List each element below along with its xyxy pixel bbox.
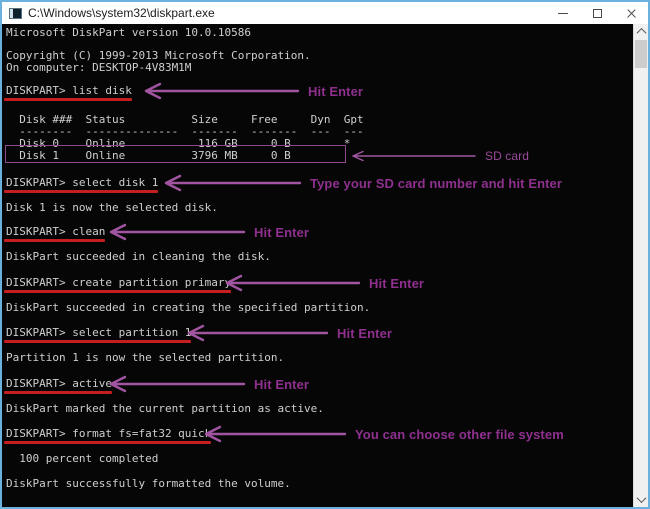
console-command-list-disk: DISKPART> list disk (4, 85, 132, 101)
console-line: DiskPart marked the current partition as… (6, 402, 324, 415)
red-underline (4, 290, 231, 293)
window-controls (546, 2, 648, 24)
console-line: DiskPart succeeded in creating the speci… (6, 301, 371, 314)
close-icon (626, 8, 637, 19)
minimize-icon (558, 12, 568, 14)
console-line: On computer: DESKTOP-4V83M1M (6, 61, 192, 74)
console-line: Partition 1 is now the selected partitio… (6, 351, 285, 364)
left-arrow-icon (109, 223, 246, 241)
scrollbar-thumb[interactable] (635, 40, 647, 68)
annotation-active: Hit Enter (108, 375, 309, 393)
left-arrow-icon (204, 425, 347, 443)
chevron-down-icon (636, 493, 646, 504)
minimize-button[interactable] (546, 2, 580, 24)
annotation-format: You can choose other file system (203, 425, 564, 443)
console-line: DiskPart succeeded in cleaning the disk. (6, 250, 271, 263)
red-underline (4, 340, 191, 343)
console-line: 100 percent completed (6, 452, 159, 465)
red-underline (4, 391, 112, 394)
annotation-sd-card: SD card (350, 147, 529, 165)
console-command-select-disk: DISKPART> select disk 1 (4, 177, 158, 193)
annotation-list-disk: Hit Enter (143, 82, 363, 100)
maximize-button[interactable] (580, 2, 614, 24)
sd-card-highlight-box (5, 145, 346, 163)
console-command-select-partition: DISKPART> select partition 1 (4, 327, 191, 343)
annotation-select-disk: Type your SD card number and hit Enter (163, 174, 562, 192)
console-line: DiskPart successfully formatted the volu… (6, 477, 291, 490)
console-output-area[interactable]: Microsoft DiskPart version 10.0.10586 Co… (2, 24, 633, 507)
console-command-create-partition: DISKPART> create partition primary (4, 277, 231, 293)
title-bar[interactable]: C:\Windows\system32\diskpart.exe (2, 2, 648, 24)
console-command-clean: DISKPART> clean (4, 226, 105, 242)
left-arrow-icon (352, 150, 476, 162)
maximize-icon (592, 8, 602, 18)
console-command-format: DISKPART> format fs=fat32 quick (4, 428, 211, 444)
window-title: C:\Windows\system32\diskpart.exe (28, 6, 215, 20)
console-window-icon (9, 7, 22, 19)
console-line: Disk 1 is now the selected disk. (6, 201, 218, 214)
console-line: Microsoft DiskPart version 10.0.10586 (6, 26, 252, 39)
left-arrow-icon (144, 82, 300, 100)
red-underline (4, 190, 158, 193)
close-button[interactable] (614, 2, 648, 24)
red-underline (4, 441, 211, 444)
chevron-up-icon (636, 27, 646, 38)
left-arrow-icon (187, 324, 329, 342)
red-underline (4, 239, 105, 242)
scroll-up-button[interactable] (634, 24, 648, 39)
annotation-create-partition: Hit Enter (224, 274, 424, 292)
annotation-select-partition: Hit Enter (186, 324, 392, 342)
scroll-down-button[interactable] (634, 492, 648, 507)
left-arrow-icon (164, 174, 302, 192)
left-arrow-icon (225, 274, 361, 292)
diskpart-window: C:\Windows\system32\diskpart.exe Microso… (0, 0, 650, 509)
vertical-scrollbar[interactable] (633, 24, 648, 507)
red-underline (4, 98, 132, 101)
left-arrow-icon (109, 375, 246, 393)
annotation-clean: Hit Enter (108, 223, 309, 241)
console-command-active: DISKPART> active (4, 378, 112, 394)
